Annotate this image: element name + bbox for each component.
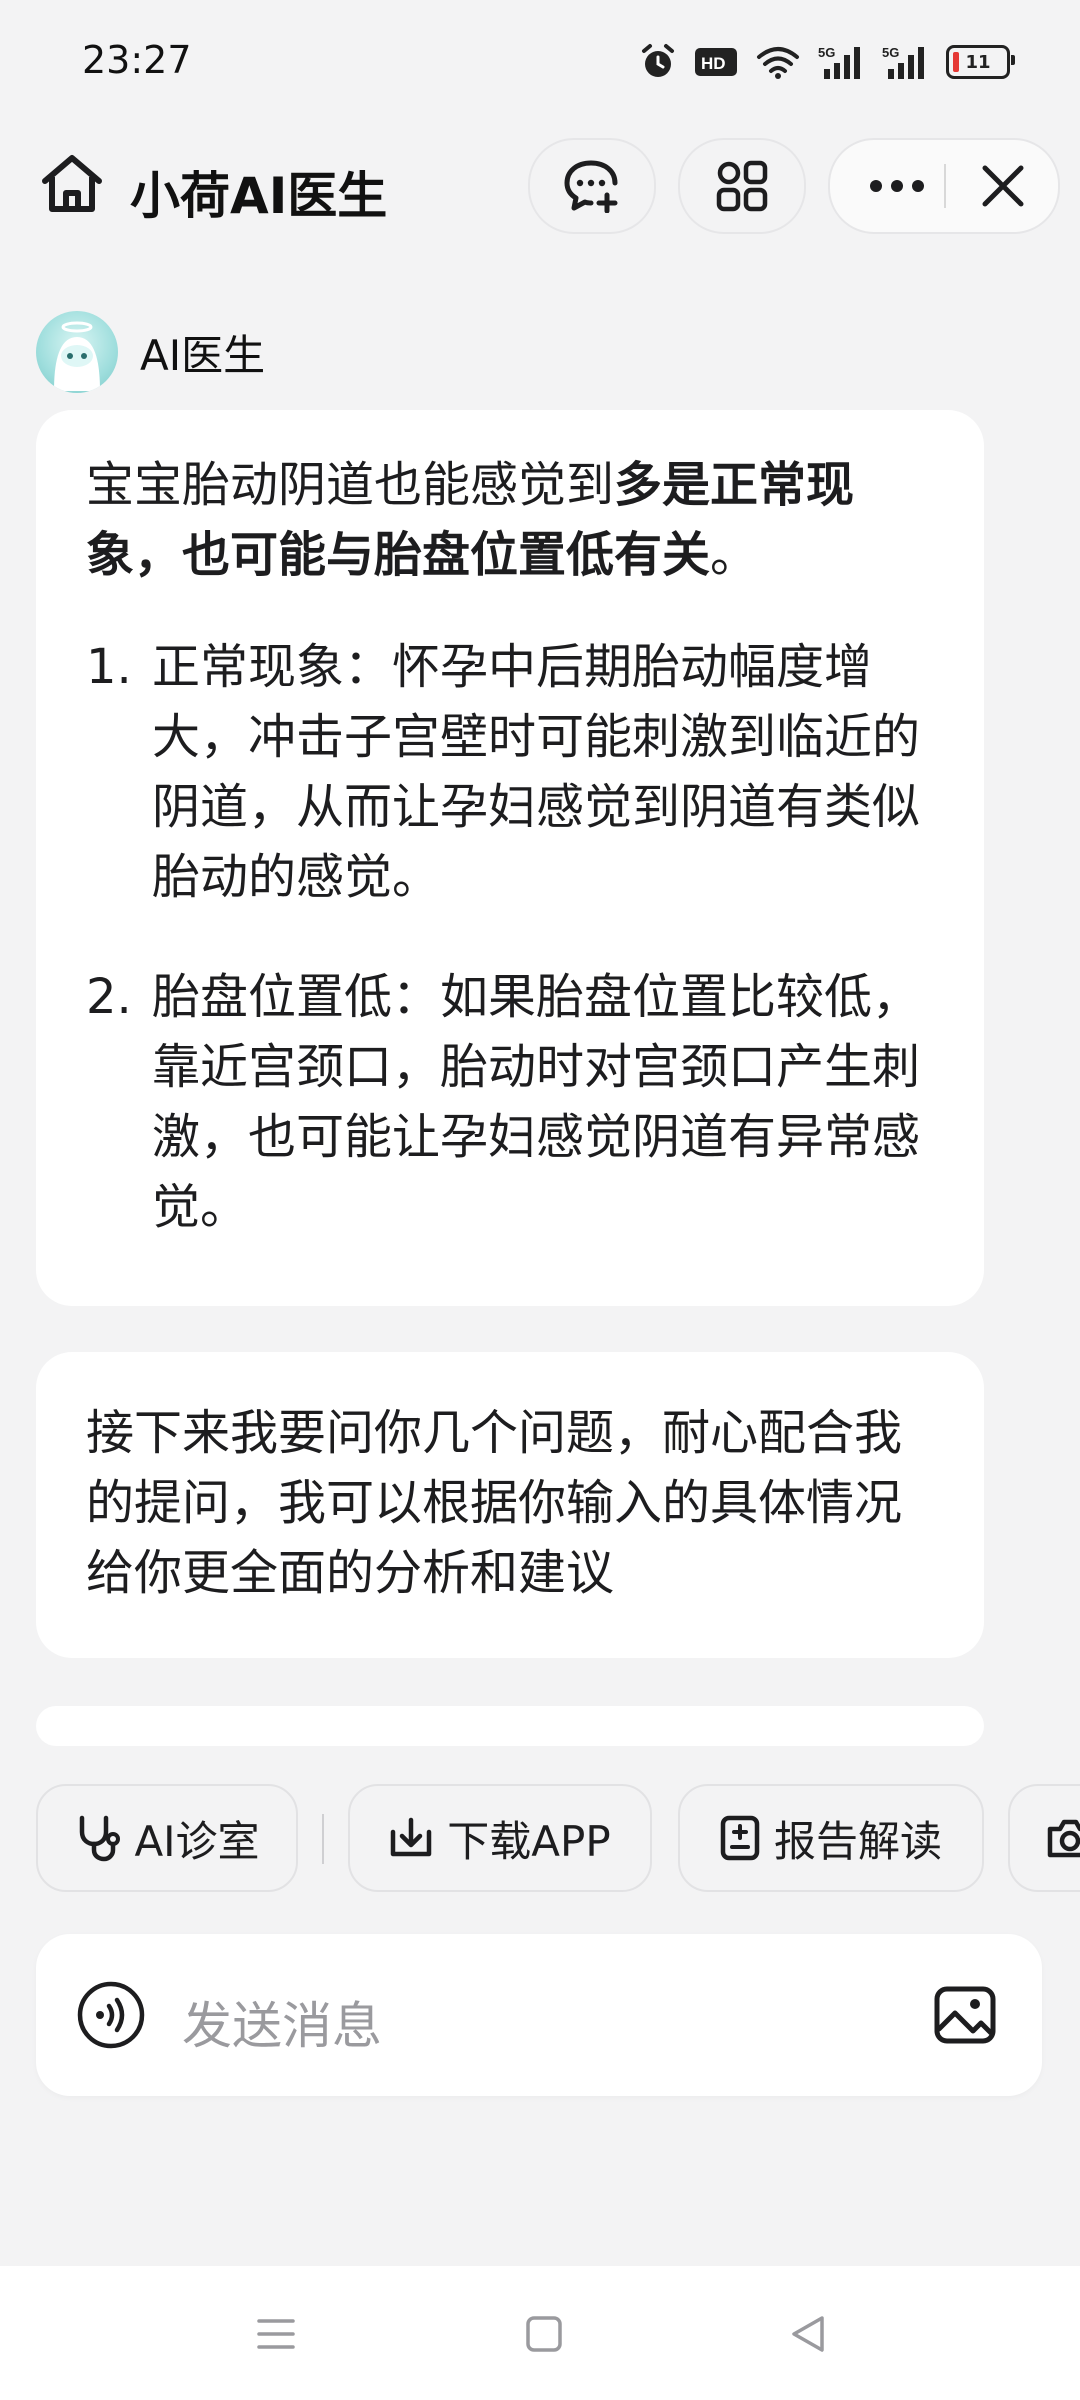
list-number: 2.	[86, 969, 132, 1025]
status-icons: HD 5G 5G 11	[640, 40, 1015, 84]
chip-label: 报告解读	[773, 1816, 942, 1866]
new-chat-button[interactable]	[528, 138, 656, 234]
message-input-bar: 发送消息	[36, 1934, 1042, 2096]
nav-back-button[interactable]	[778, 2304, 838, 2364]
svg-text:5G: 5G	[818, 45, 835, 60]
5g-signal-icon: 5G	[882, 43, 928, 81]
list-text: 正常现象：怀孕中后期胎动幅度增大，冲击子宫壁时可能刺激到临近的阴道，从而让孕妇感…	[152, 639, 921, 905]
battery-icon: 11	[946, 45, 1015, 79]
more-icon	[870, 180, 924, 192]
wifi-icon	[756, 45, 800, 79]
battery-level: 11	[965, 51, 991, 73]
quick-actions-row: AI诊室 下载APP 报告解读	[36, 1784, 1080, 1896]
chip-label: AI诊室	[134, 1816, 260, 1866]
system-nav-bar	[0, 2266, 1080, 2400]
list-item: 1. 正常现象：怀孕中后期胎动幅度增大，冲击子宫壁时可能刺激到临近的阴道，从而让…	[86, 632, 966, 912]
more-button[interactable]	[852, 140, 942, 232]
list-text: 胎盘位置低：如果胎盘位置比较低，靠近宫颈口，胎动时对宫颈口产生刺激，也可能让孕妇…	[152, 969, 921, 1235]
svg-text:5G: 5G	[882, 45, 899, 60]
apps-grid-button[interactable]	[678, 138, 806, 234]
alarm-icon	[640, 43, 676, 81]
home-button[interactable]	[36, 148, 108, 220]
chip-label: 下载APP	[447, 1816, 611, 1866]
back-triangle-icon	[792, 2316, 824, 2352]
top-bar: 小荷AI医生	[0, 130, 1080, 240]
ai-message-card: 接下来我要问你几个问题，耐心配合我的提问，我可以根据你输入的具体情况给你更全面的…	[36, 1352, 984, 1658]
capsule-menu	[828, 138, 1060, 234]
image-icon	[934, 1986, 996, 2044]
status-time: 23:27	[82, 38, 192, 82]
download-icon	[391, 1817, 432, 1857]
svg-text:HD: HD	[701, 54, 726, 73]
square-icon	[526, 2316, 562, 2352]
home-icon	[42, 155, 102, 212]
ai-clinic-button[interactable]: AI诊室	[36, 1784, 298, 1892]
lead-text: 宝宝胎动阴道也能感觉到	[86, 457, 615, 513]
ai-message-card: 宝宝胎动阴道也能感觉到多是正常现象，也可能与胎盘位置低有关。 1. 正常现象：怀…	[36, 410, 984, 1306]
nav-menu-button[interactable]	[246, 2304, 306, 2364]
stethoscope-icon	[80, 1815, 121, 1862]
bot-name: AI医生	[140, 330, 266, 380]
message-input[interactable]: 发送消息	[182, 1986, 382, 2058]
ai-message-card-partial	[36, 1706, 984, 1746]
voice-input-button[interactable]	[76, 1980, 146, 2050]
list-number: 1.	[86, 639, 132, 695]
camera-button[interactable]	[1008, 1784, 1080, 1892]
status-bar: 23:27 HD 5G 5G 11	[0, 0, 1080, 120]
message-lead: 宝宝胎动阴道也能感觉到多是正常现象，也可能与胎盘位置低有关。	[86, 450, 946, 590]
page-title: 小荷AI医生	[130, 167, 388, 225]
close-button[interactable]	[958, 140, 1048, 232]
menu-icon	[257, 2319, 295, 2349]
report-icon	[720, 1815, 760, 1861]
hd-icon: HD	[694, 45, 738, 79]
chip-separator	[322, 1814, 324, 1864]
report-interpretation-button[interactable]: 报告解读	[678, 1784, 984, 1892]
voice-icon	[77, 1981, 145, 2049]
apps-grid-icon	[716, 160, 768, 212]
scroll-mask	[0, 1746, 1080, 1776]
list-item: 2. 胎盘位置低：如果胎盘位置比较低，靠近宫颈口，胎动时对宫颈口产生刺激，也可能…	[86, 962, 966, 1242]
image-upload-button[interactable]	[928, 1978, 1002, 2052]
capsule-divider	[944, 164, 946, 208]
lead-end: 。	[710, 527, 759, 583]
bot-header: AI医生	[36, 310, 265, 394]
5g-signal-icon: 5G	[818, 43, 864, 81]
new-chat-icon	[564, 160, 618, 213]
close-icon	[982, 165, 1024, 207]
download-app-button[interactable]: 下载APP	[348, 1784, 652, 1892]
message-text: 接下来我要问你几个问题，耐心配合我的提问，我可以根据你输入的具体情况给你更全面的…	[86, 1405, 903, 1601]
camera-icon	[1047, 1819, 1080, 1858]
avatar	[36, 311, 118, 393]
nav-home-button[interactable]	[514, 2304, 574, 2364]
